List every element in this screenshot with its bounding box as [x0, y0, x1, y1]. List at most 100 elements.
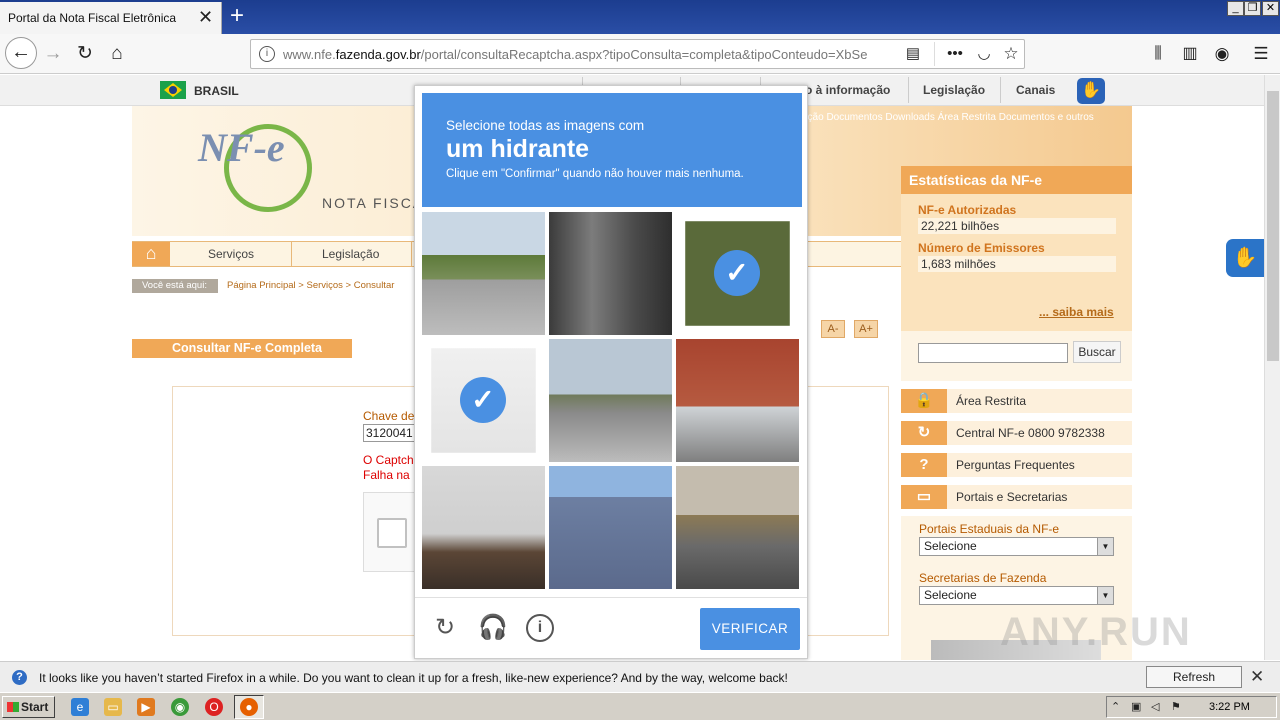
verify-button[interactable]: VERIFICAR	[700, 608, 800, 650]
page-actions-icon[interactable]: •••	[943, 42, 967, 66]
search-button[interactable]: Buscar	[1073, 341, 1121, 363]
tray-expand-icon[interactable]: ⌃	[1111, 700, 1120, 713]
site-search: Buscar	[901, 331, 1132, 381]
close-icon[interactable]: ✕	[1250, 667, 1264, 687]
flag-icon[interactable]: ⚑	[1171, 700, 1181, 713]
tile-image	[676, 339, 799, 462]
reload-challenge-icon[interactable]: ↻	[431, 614, 459, 642]
system-tray: ⌃ ▣ ◁ ⚑ 3:22 PM	[1106, 696, 1277, 718]
captcha-tile[interactable]	[549, 466, 672, 589]
firefox-taskbar-button[interactable]: ●	[234, 695, 264, 719]
pocket-icon[interactable]: ◡	[972, 42, 996, 66]
header-links[interactable]: ação Documentos Downloads Área Restrita …	[802, 112, 1094, 123]
captcha-tile[interactable]	[676, 339, 799, 462]
gov-link-canais[interactable]: Canais	[1016, 83, 1055, 97]
browser-tab[interactable]: Portal da Nota Fiscal Eletrônica ✕	[0, 2, 222, 34]
sidebar-item-perguntas[interactable]: ? Perguntas Frequentes	[901, 453, 1132, 477]
tile-image	[549, 466, 672, 589]
close-tab-icon[interactable]: ✕	[198, 7, 213, 28]
minimize-icon[interactable]: _	[1227, 1, 1244, 16]
sidebar-item-portais[interactable]: ▭ Portais e Secretarias	[901, 485, 1132, 509]
start-button[interactable]: Start	[2, 696, 55, 718]
firefox-notification-bar: ? It looks like you haven’t started Fire…	[0, 661, 1280, 704]
captcha-tile[interactable]	[422, 212, 545, 335]
challenge-instruction: Selecione todas as imagens com	[446, 118, 645, 133]
chave-label: Chave de	[363, 409, 415, 423]
volume-icon[interactable]: ◁	[1151, 700, 1159, 713]
account-icon[interactable]: ◉	[1210, 42, 1234, 66]
notification-text: It looks like you haven’t started Firefo…	[39, 671, 788, 685]
watermark: ANY.RUN	[1000, 610, 1192, 654]
windows-logo-icon	[7, 702, 19, 712]
reload-icon[interactable]: ↻	[73, 42, 97, 66]
logo-mark: NF-e	[198, 125, 285, 170]
scrollbar-thumb[interactable]	[1267, 91, 1279, 361]
back-arrow-icon[interactable]: ←	[5, 37, 37, 69]
internet-explorer-icon[interactable]: e	[71, 698, 89, 716]
info-icon[interactable]: i	[526, 614, 554, 642]
tab-strip: Portal da Nota Fiscal Eletrônica ✕ + _ ❐…	[0, 0, 1280, 34]
sidebar-item-label: Perguntas Frequentes	[956, 458, 1075, 472]
tile-image	[549, 212, 672, 335]
file-explorer-icon[interactable]: ▭	[104, 698, 122, 716]
sidebar-item-label: Central NF-e 0800 9782338	[956, 426, 1105, 440]
opera-icon[interactable]: O	[205, 698, 223, 716]
sidebar-icon[interactable]: ▥	[1178, 42, 1202, 66]
sidebar-item-area-restrita[interactable]: 🔒 Área Restrita	[901, 389, 1132, 413]
url-text[interactable]: www.nfe.fazenda.gov.br/portal/consultaRe…	[283, 47, 868, 62]
search-input[interactable]	[918, 343, 1068, 363]
sign-language-icon[interactable]: ✋	[1226, 239, 1264, 277]
secretarias-select[interactable]: Selecione ▼	[919, 586, 1114, 605]
window-icon: ▭	[901, 485, 947, 509]
sign-language-icon[interactable]: ✋	[1077, 78, 1105, 104]
portais-select[interactable]: Selecione ▼	[919, 537, 1114, 556]
recaptcha-checkbox[interactable]	[377, 518, 407, 548]
captcha-tile[interactable]	[549, 212, 672, 335]
font-increase-button[interactable]: A+	[854, 320, 878, 338]
captcha-error-detail: Falha na	[363, 468, 410, 482]
captcha-tile[interactable]: ✓	[422, 339, 545, 462]
font-decrease-button[interactable]: A-	[821, 320, 845, 338]
chrome-icon[interactable]: ◉	[171, 698, 189, 716]
gov-link-legislacao[interactable]: Legislação	[923, 83, 985, 97]
gov-link-informacao[interactable]: o à informação	[805, 83, 890, 97]
library-icon[interactable]: ⫼	[1146, 42, 1170, 66]
challenge-footer: ↻ 🎧 i VERIFICAR	[415, 597, 807, 659]
refresh-firefox-button[interactable]: Refresh Firefox…	[1146, 666, 1242, 704]
stats-panel: Estatísticas da NF-e NF-e Autorizadas 22…	[901, 166, 1132, 331]
captcha-tile[interactable]	[422, 466, 545, 589]
address-bar[interactable]: i www.nfe.fazenda.gov.br/portal/consulta…	[250, 39, 1025, 69]
menu-divider	[291, 242, 292, 266]
saiba-mais-link[interactable]: ... saiba mais	[1039, 305, 1114, 319]
captcha-tile[interactable]: ✓	[676, 212, 799, 335]
lock-icon: 🔒	[901, 389, 947, 413]
sidebar-item-label: Portais e Secretarias	[956, 490, 1068, 504]
tile-image	[549, 339, 672, 462]
network-icon[interactable]: ▣	[1131, 700, 1141, 713]
menu-item-servicos[interactable]: Serviços	[208, 247, 254, 261]
help-icon: ?	[12, 670, 27, 685]
forward-arrow-icon[interactable]: →	[41, 42, 65, 66]
urlbar-divider	[934, 42, 935, 66]
captcha-tile[interactable]	[676, 466, 799, 589]
brazil-flag-icon	[160, 81, 186, 99]
menu-item-legislacao[interactable]: Legislação	[322, 247, 379, 261]
tile-image	[676, 466, 799, 589]
home-menu-icon[interactable]: ⌂	[132, 242, 170, 266]
restore-icon[interactable]: ❐	[1244, 1, 1261, 16]
menu-hamburger-icon[interactable]: ☰	[1249, 42, 1273, 66]
breadcrumb[interactable]: Página Principal > Serviços > Consultar	[227, 280, 394, 291]
brasil-link[interactable]: BRASIL	[194, 84, 239, 98]
home-icon[interactable]: ⌂	[105, 42, 129, 66]
close-window-icon[interactable]: ✕	[1262, 1, 1279, 16]
autorizadas-value: 22,221 bilhões	[918, 218, 1116, 234]
media-player-icon[interactable]: ▶	[137, 698, 155, 716]
new-tab-icon[interactable]: +	[230, 2, 244, 30]
captcha-tile[interactable]	[549, 339, 672, 462]
bookmark-star-icon[interactable]: ☆	[999, 42, 1023, 66]
sidebar-item-central[interactable]: ↻ Central NF-e 0800 9782338	[901, 421, 1132, 445]
reader-view-icon[interactable]: ▤	[901, 42, 925, 66]
site-info-icon[interactable]: i	[259, 46, 275, 62]
audio-challenge-icon[interactable]: 🎧	[478, 614, 508, 642]
page-scrollbar[interactable]	[1264, 75, 1280, 660]
